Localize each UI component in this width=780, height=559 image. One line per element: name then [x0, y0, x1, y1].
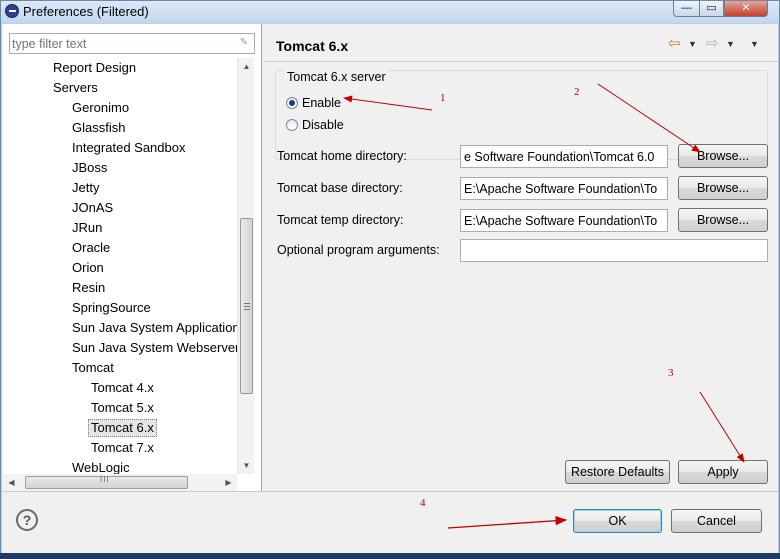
home-directory-field[interactable] [460, 145, 668, 168]
back-history-dropdown-icon[interactable]: ▼ [688, 36, 698, 52]
page-title: Tomcat 6.x [276, 38, 349, 54]
help-icon[interactable]: ? [16, 509, 38, 531]
preference-tree-panel: ✎ Report Design Servers Geronimo Glassfish I… [3, 24, 262, 491]
tree-item[interactable]: Resin [72, 279, 105, 297]
view-menu-chevron-icon[interactable]: ▼ [750, 36, 762, 52]
restore-defaults-button[interactable]: Restore Defaults [565, 460, 670, 484]
tree-item[interactable]: JRun [72, 219, 102, 237]
enable-radio-label[interactable]: Enable [302, 95, 341, 111]
thumb-grip-line [244, 306, 250, 307]
ok-button[interactable]: OK [573, 509, 662, 533]
forward-history-dropdown-icon[interactable]: ▼ [726, 36, 736, 52]
temp-directory-input[interactable] [461, 210, 667, 231]
browse-temp-button[interactable]: Browse... [678, 208, 768, 232]
minimize-button[interactable]: — [673, 1, 699, 17]
tree-item[interactable]: Tomcat 5.x [91, 399, 154, 417]
maximize-button[interactable]: ▭ [699, 1, 724, 17]
title-bar[interactable]: Preferences (Filtered) — ▭ ✕ [1, 1, 779, 23]
scroll-right-arrow-icon[interactable]: ▶ [220, 474, 237, 491]
base-directory-field[interactable] [460, 177, 668, 200]
group-title: Tomcat 6.x server [285, 70, 388, 84]
tree-item[interactable]: WebLogic [72, 459, 130, 474]
tree-item[interactable]: Tomcat 4.x [91, 379, 154, 397]
scroll-down-arrow-icon[interactable]: ▼ [238, 457, 255, 474]
tree-item[interactable]: Sun Java System Webserver [72, 339, 237, 357]
preference-page: Tomcat 6.x ⇦ ▼ ⇨ ▼ ▼ Tomcat 6.x server E… [264, 24, 778, 491]
preferences-window: Preferences (Filtered) — ▭ ✕ ✎ Report De… [0, 0, 780, 559]
browse-home-button[interactable]: Browse... [678, 144, 768, 168]
scroll-left-arrow-icon[interactable]: ◀ [3, 474, 20, 491]
program-arguments-label: Optional program arguments: [277, 243, 440, 257]
tree-item[interactable]: JOnAS [72, 199, 113, 217]
tree-item[interactable]: Servers [53, 79, 98, 97]
scroll-up-arrow-icon[interactable]: ▲ [238, 58, 255, 75]
filter-box[interactable]: ✎ [9, 33, 255, 54]
program-arguments-field[interactable] [460, 239, 768, 262]
disable-radio[interactable] [286, 119, 298, 131]
disable-radio-label[interactable]: Disable [302, 117, 344, 133]
tree-item[interactable]: Tomcat [72, 359, 114, 377]
home-directory-label: Tomcat home directory: [277, 149, 407, 163]
tree-horizontal-scrollbar[interactable]: ◀ III ▶ [3, 474, 237, 491]
base-directory-label: Tomcat base directory: [277, 181, 403, 195]
tree-item[interactable]: Tomcat 7.x [91, 439, 154, 457]
program-arguments-input[interactable] [461, 240, 767, 261]
tree-item[interactable]: Report Design [53, 59, 136, 77]
tree-item[interactable]: Jetty [72, 179, 99, 197]
tree-item[interactable]: SpringSource [72, 299, 151, 317]
tree-item[interactable]: Sun Java System Application [72, 319, 237, 337]
tree-item[interactable]: Geronimo [72, 99, 129, 117]
taskbar-strip [0, 553, 780, 559]
footer-separator [2, 491, 778, 492]
temp-directory-label: Tomcat temp directory: [277, 213, 404, 227]
tree-item[interactable]: JBoss [72, 159, 107, 177]
thumb-grip-line [244, 303, 250, 304]
close-window-button[interactable]: ✕ [724, 1, 768, 17]
window-title: Preferences (Filtered) [23, 4, 149, 19]
tree-vertical-scrollbar[interactable]: ▲ ▼ [237, 58, 254, 474]
clear-filter-icon[interactable]: ✎ [238, 37, 250, 49]
enable-radio[interactable] [286, 97, 298, 109]
base-directory-input[interactable] [461, 178, 667, 199]
vertical-scroll-thumb[interactable] [240, 218, 253, 394]
tree-item[interactable]: Glassfish [72, 119, 125, 137]
back-arrow-icon[interactable]: ⇦ [668, 36, 686, 52]
eclipse-app-icon [5, 4, 19, 18]
browse-base-button[interactable]: Browse... [678, 176, 768, 200]
home-directory-input[interactable] [461, 146, 667, 167]
horizontal-scroll-thumb[interactable]: III [25, 475, 188, 489]
thumb-grip-line [244, 309, 250, 310]
tree-item[interactable]: Tomcat 6.x [88, 419, 157, 437]
title-separator [264, 61, 778, 62]
tree-item[interactable]: Oracle [72, 239, 110, 257]
tree-item[interactable]: Orion [72, 259, 104, 277]
cancel-button[interactable]: Cancel [671, 509, 762, 533]
filter-input[interactable] [12, 35, 232, 52]
forward-arrow-icon[interactable]: ⇨ [706, 36, 724, 52]
apply-button[interactable]: Apply [678, 460, 768, 484]
temp-directory-field[interactable] [460, 209, 668, 232]
thumb-grip: III [100, 475, 110, 484]
dialog-client-area: ✎ Report Design Servers Geronimo Glassfish I… [2, 24, 778, 554]
preference-tree[interactable]: Report Design Servers Geronimo Glassfish Int… [3, 58, 237, 474]
tree-item[interactable]: Integrated Sandbox [72, 139, 185, 157]
